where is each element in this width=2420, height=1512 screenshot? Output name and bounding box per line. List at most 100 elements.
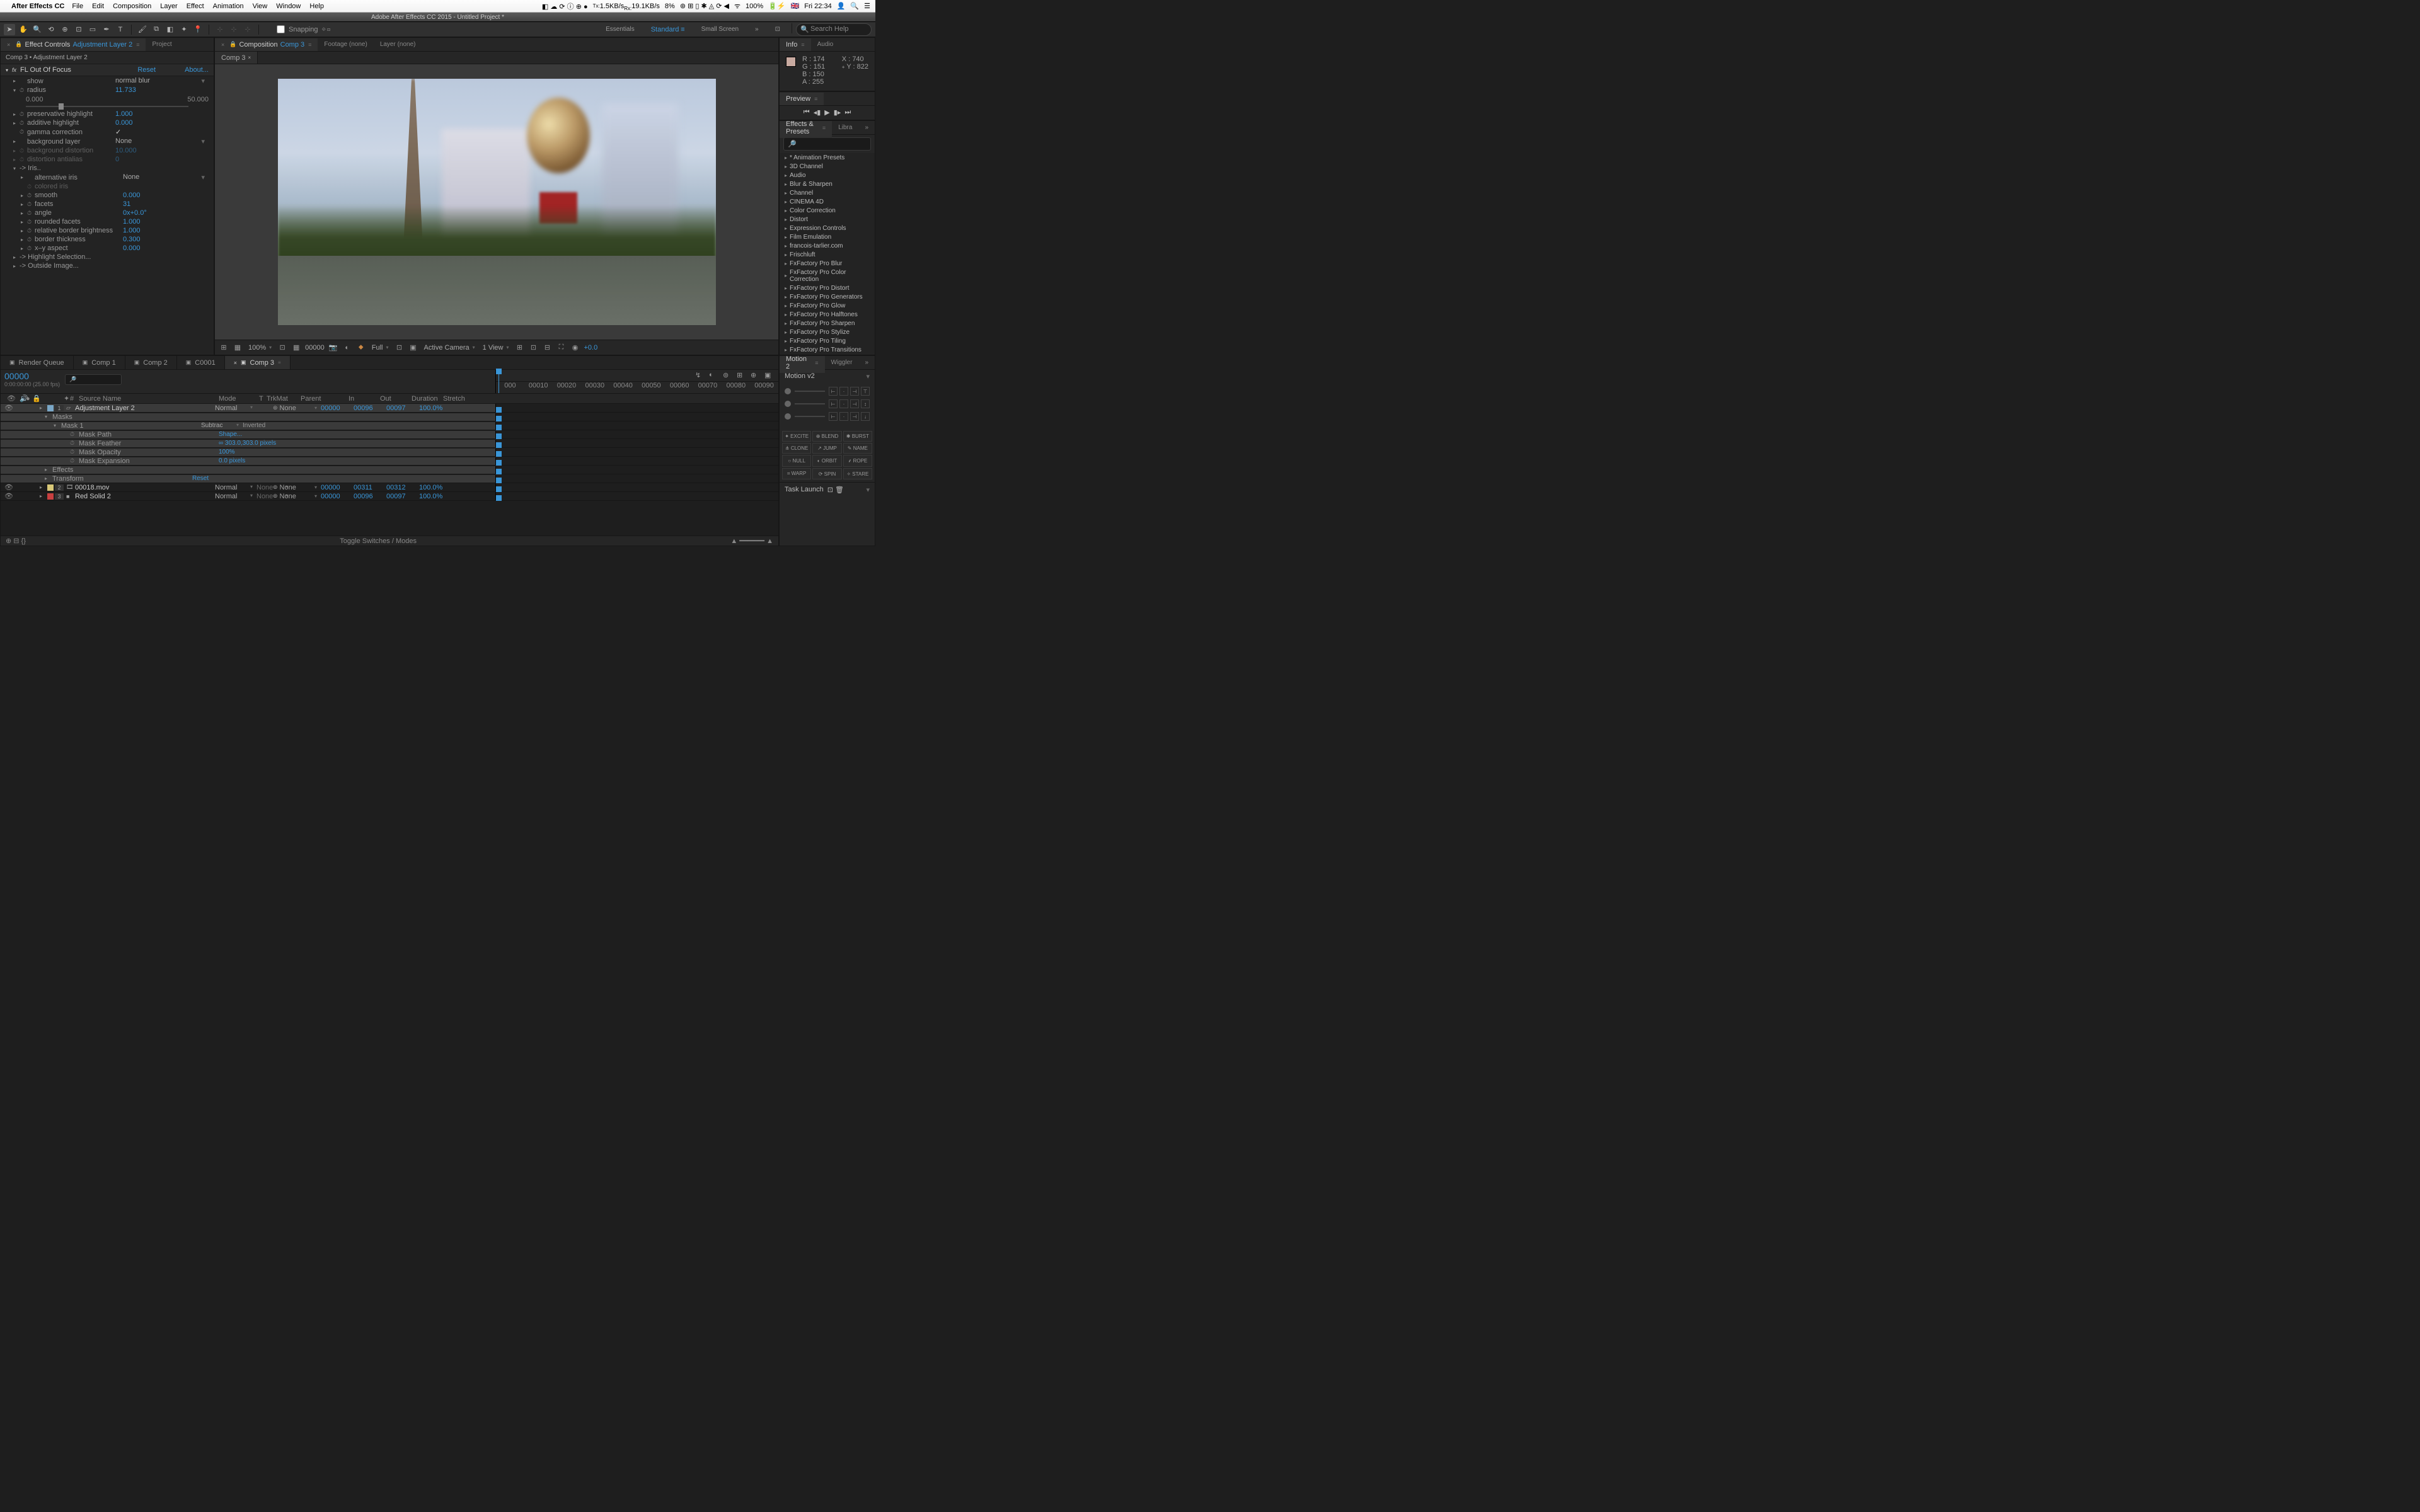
preset-category[interactable]: Color Correction bbox=[780, 206, 875, 215]
prev-frame-button[interactable]: ◂▮ bbox=[814, 108, 821, 117]
motion-action-button[interactable]: ⊕ BLEND bbox=[812, 431, 841, 442]
brain-icon[interactable]: ⊕ bbox=[751, 371, 761, 381]
snapshot-icon[interactable]: 📷 bbox=[328, 343, 338, 353]
view-opt-4[interactable]: ⛶ bbox=[556, 343, 567, 353]
draft-icon[interactable]: ▣ bbox=[408, 343, 418, 353]
user-icon[interactable]: 👤 bbox=[837, 2, 846, 10]
preset-category[interactable]: Film Emulation bbox=[780, 232, 875, 241]
tab-effect-controls[interactable]: × 🔒 Effect Controls Adjustment Layer 2 ≡ bbox=[1, 38, 146, 51]
orbit-tool[interactable]: ⟲ bbox=[45, 24, 57, 35]
in-point[interactable]: 00000 bbox=[321, 493, 352, 500]
stretch[interactable]: 100.0% bbox=[419, 404, 451, 412]
toggle-switches-button[interactable]: Toggle Switches / Modes bbox=[340, 537, 417, 545]
anchor-tool[interactable]: ⊡ bbox=[73, 24, 84, 35]
preset-category[interactable]: Distort bbox=[780, 215, 875, 224]
preset-category[interactable]: FxFactory Pro Stylize bbox=[780, 328, 875, 336]
preset-category[interactable]: FxFactory Pro Video bbox=[780, 354, 875, 355]
axis-view[interactable]: ⊹ bbox=[242, 24, 253, 35]
tab-info[interactable]: Info ≡ bbox=[780, 38, 811, 51]
motion-slider-3[interactable]: ⊢·⊣↓ bbox=[785, 412, 870, 421]
lock-icon[interactable]: 🔒 bbox=[229, 41, 236, 48]
layer-color-swatch[interactable] bbox=[47, 493, 54, 500]
tab-effects-presets[interactable]: Effects & Presets ≡ bbox=[780, 120, 832, 138]
last-frame-button[interactable]: ⏭ bbox=[844, 108, 851, 117]
axis-world[interactable]: ⊹ bbox=[228, 24, 239, 35]
preset-category[interactable]: * Animation Presets bbox=[780, 153, 875, 162]
comp-subtab[interactable]: Comp 3 × bbox=[215, 52, 258, 64]
roi-icon[interactable]: ⊡ bbox=[277, 343, 287, 353]
parent-dropdown[interactable]: ⊚ None bbox=[273, 493, 320, 500]
blend-mode-dropdown[interactable]: Normal bbox=[215, 484, 255, 491]
workspace-sync-icon[interactable]: ⊡ bbox=[768, 23, 788, 36]
tab-more-motion[interactable]: » bbox=[858, 357, 875, 369]
layer-property-row[interactable]: ⏱ Mask Feather ∞ 303.0,303.0 pixels bbox=[1, 439, 778, 448]
layer-color-swatch[interactable] bbox=[47, 484, 54, 491]
workspace-smallscreen[interactable]: Small Screen bbox=[694, 23, 746, 36]
search-help-input[interactable]: 🔍Search Help bbox=[796, 23, 872, 36]
3d-icon[interactable]: ⊡ bbox=[395, 343, 405, 353]
tab-audio[interactable]: Audio bbox=[811, 38, 840, 50]
tab-preview[interactable]: Preview ≡ bbox=[780, 93, 824, 105]
tab-layer[interactable]: Layer (none) bbox=[374, 38, 422, 50]
visibility-toggle[interactable]: 👁 bbox=[4, 492, 12, 500]
tab-wiggler[interactable]: Wiggler bbox=[825, 357, 859, 369]
pen-tool[interactable]: ✒ bbox=[101, 24, 112, 35]
menu-icon[interactable]: ☰ bbox=[864, 2, 870, 10]
roto-tool[interactable]: ✦ bbox=[178, 24, 190, 35]
param-background-layer[interactable]: ▸background layerNone▾ bbox=[1, 137, 214, 146]
param-show[interactable]: ▸shownormal blur▾ bbox=[1, 76, 214, 86]
timeline-search-input[interactable]: 🔎 bbox=[65, 374, 122, 385]
menu-layer[interactable]: Layer bbox=[160, 3, 178, 10]
view-opt-3[interactable]: ⊟ bbox=[543, 343, 553, 353]
layer-row-2[interactable]: 👁 ▸ 2 🎞 00018.mov Normal None▾ ⊚ None 00… bbox=[1, 483, 778, 492]
preset-category[interactable]: Channel bbox=[780, 188, 875, 197]
brush-tool[interactable]: 🖌 bbox=[137, 24, 148, 35]
zoom-slider[interactable]: ▲ ━━━━━━ ▲ bbox=[730, 537, 773, 545]
motion-blur-icon[interactable]: ⊚ bbox=[723, 371, 733, 381]
param-smooth[interactable]: ▸⏱smooth0.000 bbox=[1, 191, 214, 200]
param-border-thickness[interactable]: ▸⏱border thickness0.300 bbox=[1, 235, 214, 244]
parent-dropdown[interactable]: ⊚ None bbox=[273, 484, 320, 491]
layer-property-row[interactable]: ▸ Transform Reset bbox=[1, 474, 778, 483]
slider-thumb[interactable] bbox=[59, 103, 64, 110]
motion-action-button[interactable]: ○ NULL bbox=[782, 455, 811, 467]
workspace-more[interactable]: » bbox=[747, 23, 766, 36]
camera-dropdown[interactable]: Active Camera bbox=[422, 344, 477, 352]
rotate-tool[interactable]: ⊕ bbox=[59, 24, 71, 35]
rect-tool[interactable]: ▭ bbox=[87, 24, 98, 35]
tab-composition[interactable]: × 🔒 Composition Comp 3 ≡ bbox=[215, 38, 318, 51]
visibility-toggle[interactable]: 👁 bbox=[4, 404, 12, 412]
group-Iris[interactable]: ▾-> Iris.. bbox=[1, 164, 214, 173]
preset-category[interactable]: Audio bbox=[780, 171, 875, 180]
puppet-tool[interactable]: 📍 bbox=[192, 24, 204, 35]
fx-header[interactable]: ▾fx FL Out Of Focus Reset About... bbox=[1, 64, 214, 76]
group-HighlightSelection[interactable]: ▸-> Highlight Selection... bbox=[1, 253, 214, 261]
param-background-distortion[interactable]: ▸⏱background distortion10.000 bbox=[1, 146, 214, 155]
spotlight-icon[interactable]: 🔍 bbox=[850, 2, 859, 10]
layer-property-row[interactable]: ▾ Masks bbox=[1, 413, 778, 421]
param-radius[interactable]: ▾⏱radius11.733 bbox=[1, 86, 214, 94]
tab-libraries[interactable]: Libra bbox=[832, 122, 858, 134]
param-x–y-aspect[interactable]: ▸⏱x–y aspect0.000 bbox=[1, 244, 214, 253]
app-name[interactable]: After Effects CC bbox=[11, 3, 64, 10]
exposure-value[interactable]: +0.0 bbox=[584, 344, 598, 352]
magnify-icon[interactable]: ⊞ bbox=[219, 343, 229, 353]
motion-action-button[interactable]: ↗ JUMP bbox=[812, 443, 841, 454]
draft3d-icon[interactable]: ▣ bbox=[764, 371, 775, 381]
layer-property-row[interactable]: ⏱ Mask Path Shape... bbox=[1, 430, 778, 439]
motion-action-button[interactable]: ◐ ORBIT bbox=[812, 455, 841, 467]
shy-icon[interactable]: ↯ bbox=[695, 371, 705, 381]
preset-category[interactable]: FxFactory Pro Color Correction bbox=[780, 268, 875, 284]
timeline-tab-Comp3[interactable]: × ▣ Comp 3 ≡ bbox=[225, 356, 291, 369]
tab-more[interactable]: » bbox=[858, 122, 875, 134]
zoom-dropdown[interactable]: 100% bbox=[246, 344, 274, 352]
menu-window[interactable]: Window bbox=[276, 3, 301, 10]
first-frame-button[interactable]: ⏮ bbox=[804, 108, 810, 117]
preset-category[interactable]: FxFactory Pro Transitions bbox=[780, 345, 875, 354]
menu-file[interactable]: File bbox=[72, 3, 83, 10]
zoom-tool[interactable]: 🔍 bbox=[32, 24, 43, 35]
menu-animation[interactable]: Animation bbox=[213, 3, 244, 10]
motion-action-button[interactable]: ⌗ WARP bbox=[782, 468, 811, 479]
parent-dropdown[interactable]: ⊚ None bbox=[273, 404, 320, 412]
preset-category[interactable]: CINEMA 4D bbox=[780, 197, 875, 206]
